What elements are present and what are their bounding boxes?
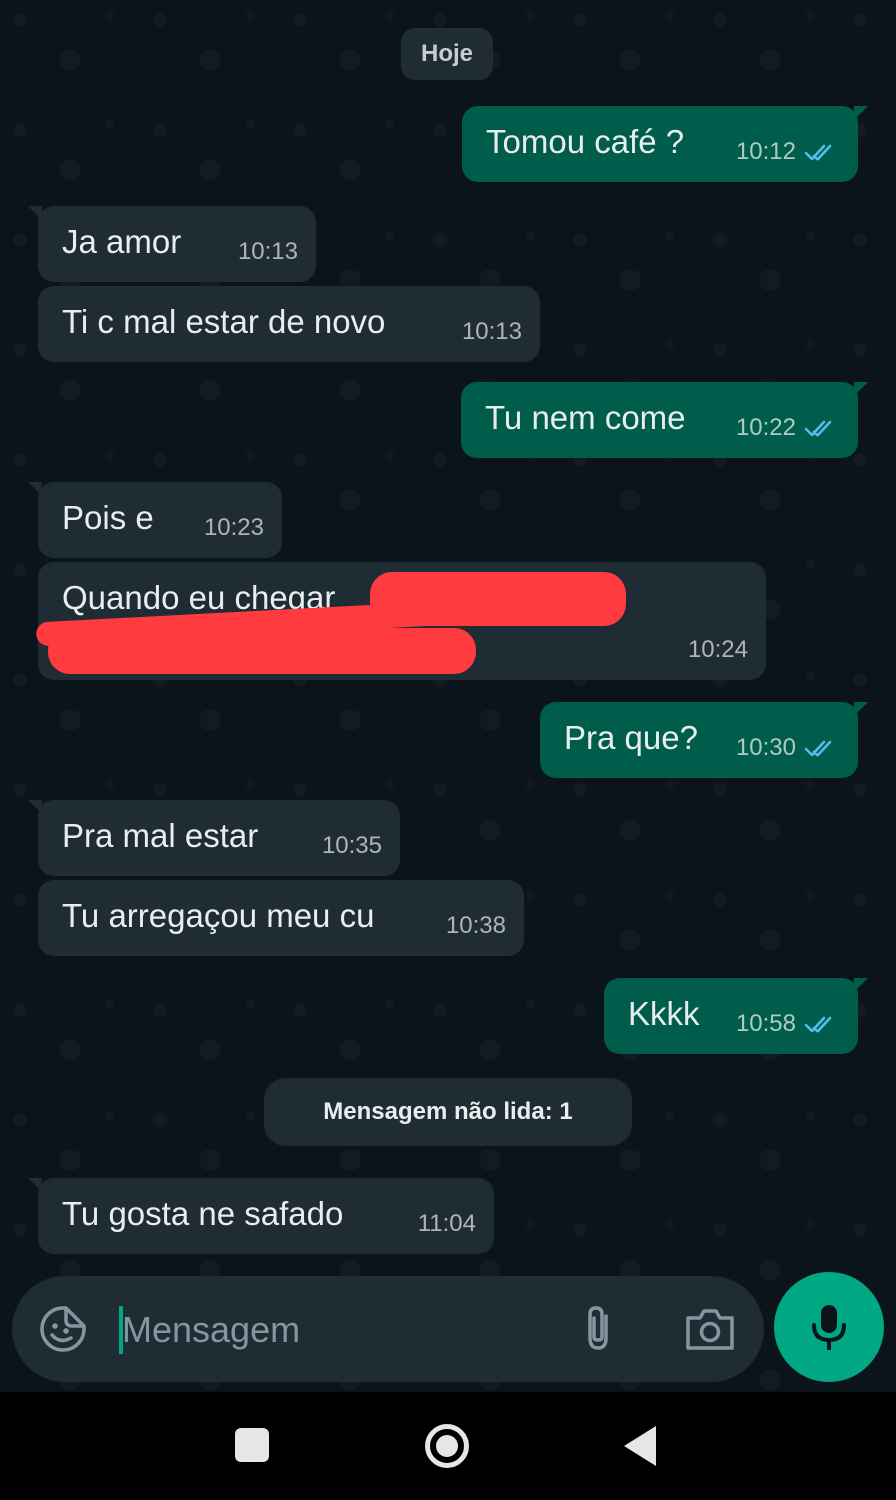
unread-divider: Mensagem não lida: 1: [264, 1078, 632, 1146]
message-text: Tu nem come: [485, 399, 686, 436]
message-text: Pra mal estar: [62, 817, 259, 854]
message-text: Tu gosta ne safado: [62, 1195, 344, 1232]
message-time: 10:22: [735, 414, 796, 441]
voice-record-button[interactable]: [774, 1272, 884, 1382]
message-composer: [12, 1276, 764, 1382]
message-time: 10:35: [321, 832, 382, 859]
circle-icon[interactable]: [425, 1424, 469, 1468]
message-time: 10:24: [687, 636, 748, 663]
message-incoming[interactable]: Ti c mal estar de novo 10:13: [38, 286, 540, 362]
message-time: 10:13: [237, 238, 298, 265]
redaction-scribble: [48, 628, 476, 674]
double-check-icon: [804, 144, 832, 161]
system-navigation-bar: [0, 1392, 896, 1500]
message-text: Pois e: [62, 499, 154, 536]
double-check-icon: [804, 740, 832, 757]
message-input[interactable]: [122, 1300, 542, 1360]
date-divider: Hoje: [401, 28, 493, 80]
message-incoming[interactable]: Tu arregaçou meu cu 10:38: [38, 880, 524, 956]
message-outgoing[interactable]: Pra que? 10:30: [540, 702, 868, 778]
message-incoming[interactable]: Pois e 10:23: [28, 482, 282, 558]
message-time: 10:12: [735, 138, 796, 165]
message-time: 11:04: [417, 1210, 476, 1237]
message-text: Ja amor: [62, 223, 182, 260]
message-time: 10:23: [203, 514, 264, 541]
message-outgoing[interactable]: Tomou café ? 10:12: [462, 106, 868, 182]
message-time: 10:38: [445, 912, 506, 939]
message-text: Kkkk: [628, 995, 700, 1032]
message-text: Pra que?: [564, 719, 698, 756]
message-outgoing[interactable]: Kkkk 10:58: [604, 978, 868, 1054]
message-incoming[interactable]: Pra mal estar 10:35: [28, 800, 400, 876]
triangle-back-icon[interactable]: [624, 1426, 656, 1466]
mic-icon: [812, 1305, 846, 1350]
message-time: 10:58: [735, 1010, 796, 1037]
paperclip-icon[interactable]: [580, 1304, 620, 1354]
camera-icon[interactable]: [684, 1304, 736, 1354]
square-icon[interactable]: [235, 1428, 269, 1462]
message-text: Ti c mal estar de novo: [62, 303, 386, 340]
message-text: Tomou café ?: [486, 123, 685, 160]
message-time: 10:13: [461, 318, 522, 345]
message-time: 10:30: [735, 734, 796, 761]
message-text: Tu arregaçou meu cu: [62, 897, 375, 934]
double-check-icon: [804, 420, 832, 437]
message-incoming[interactable]: Ja amor 10:13: [28, 206, 316, 282]
message-incoming[interactable]: Tu gosta ne safado 11:04: [28, 1178, 494, 1254]
sticker-icon[interactable]: [38, 1304, 88, 1354]
double-check-icon: [804, 1016, 832, 1033]
message-outgoing[interactable]: Tu nem come 10:22: [461, 382, 868, 458]
